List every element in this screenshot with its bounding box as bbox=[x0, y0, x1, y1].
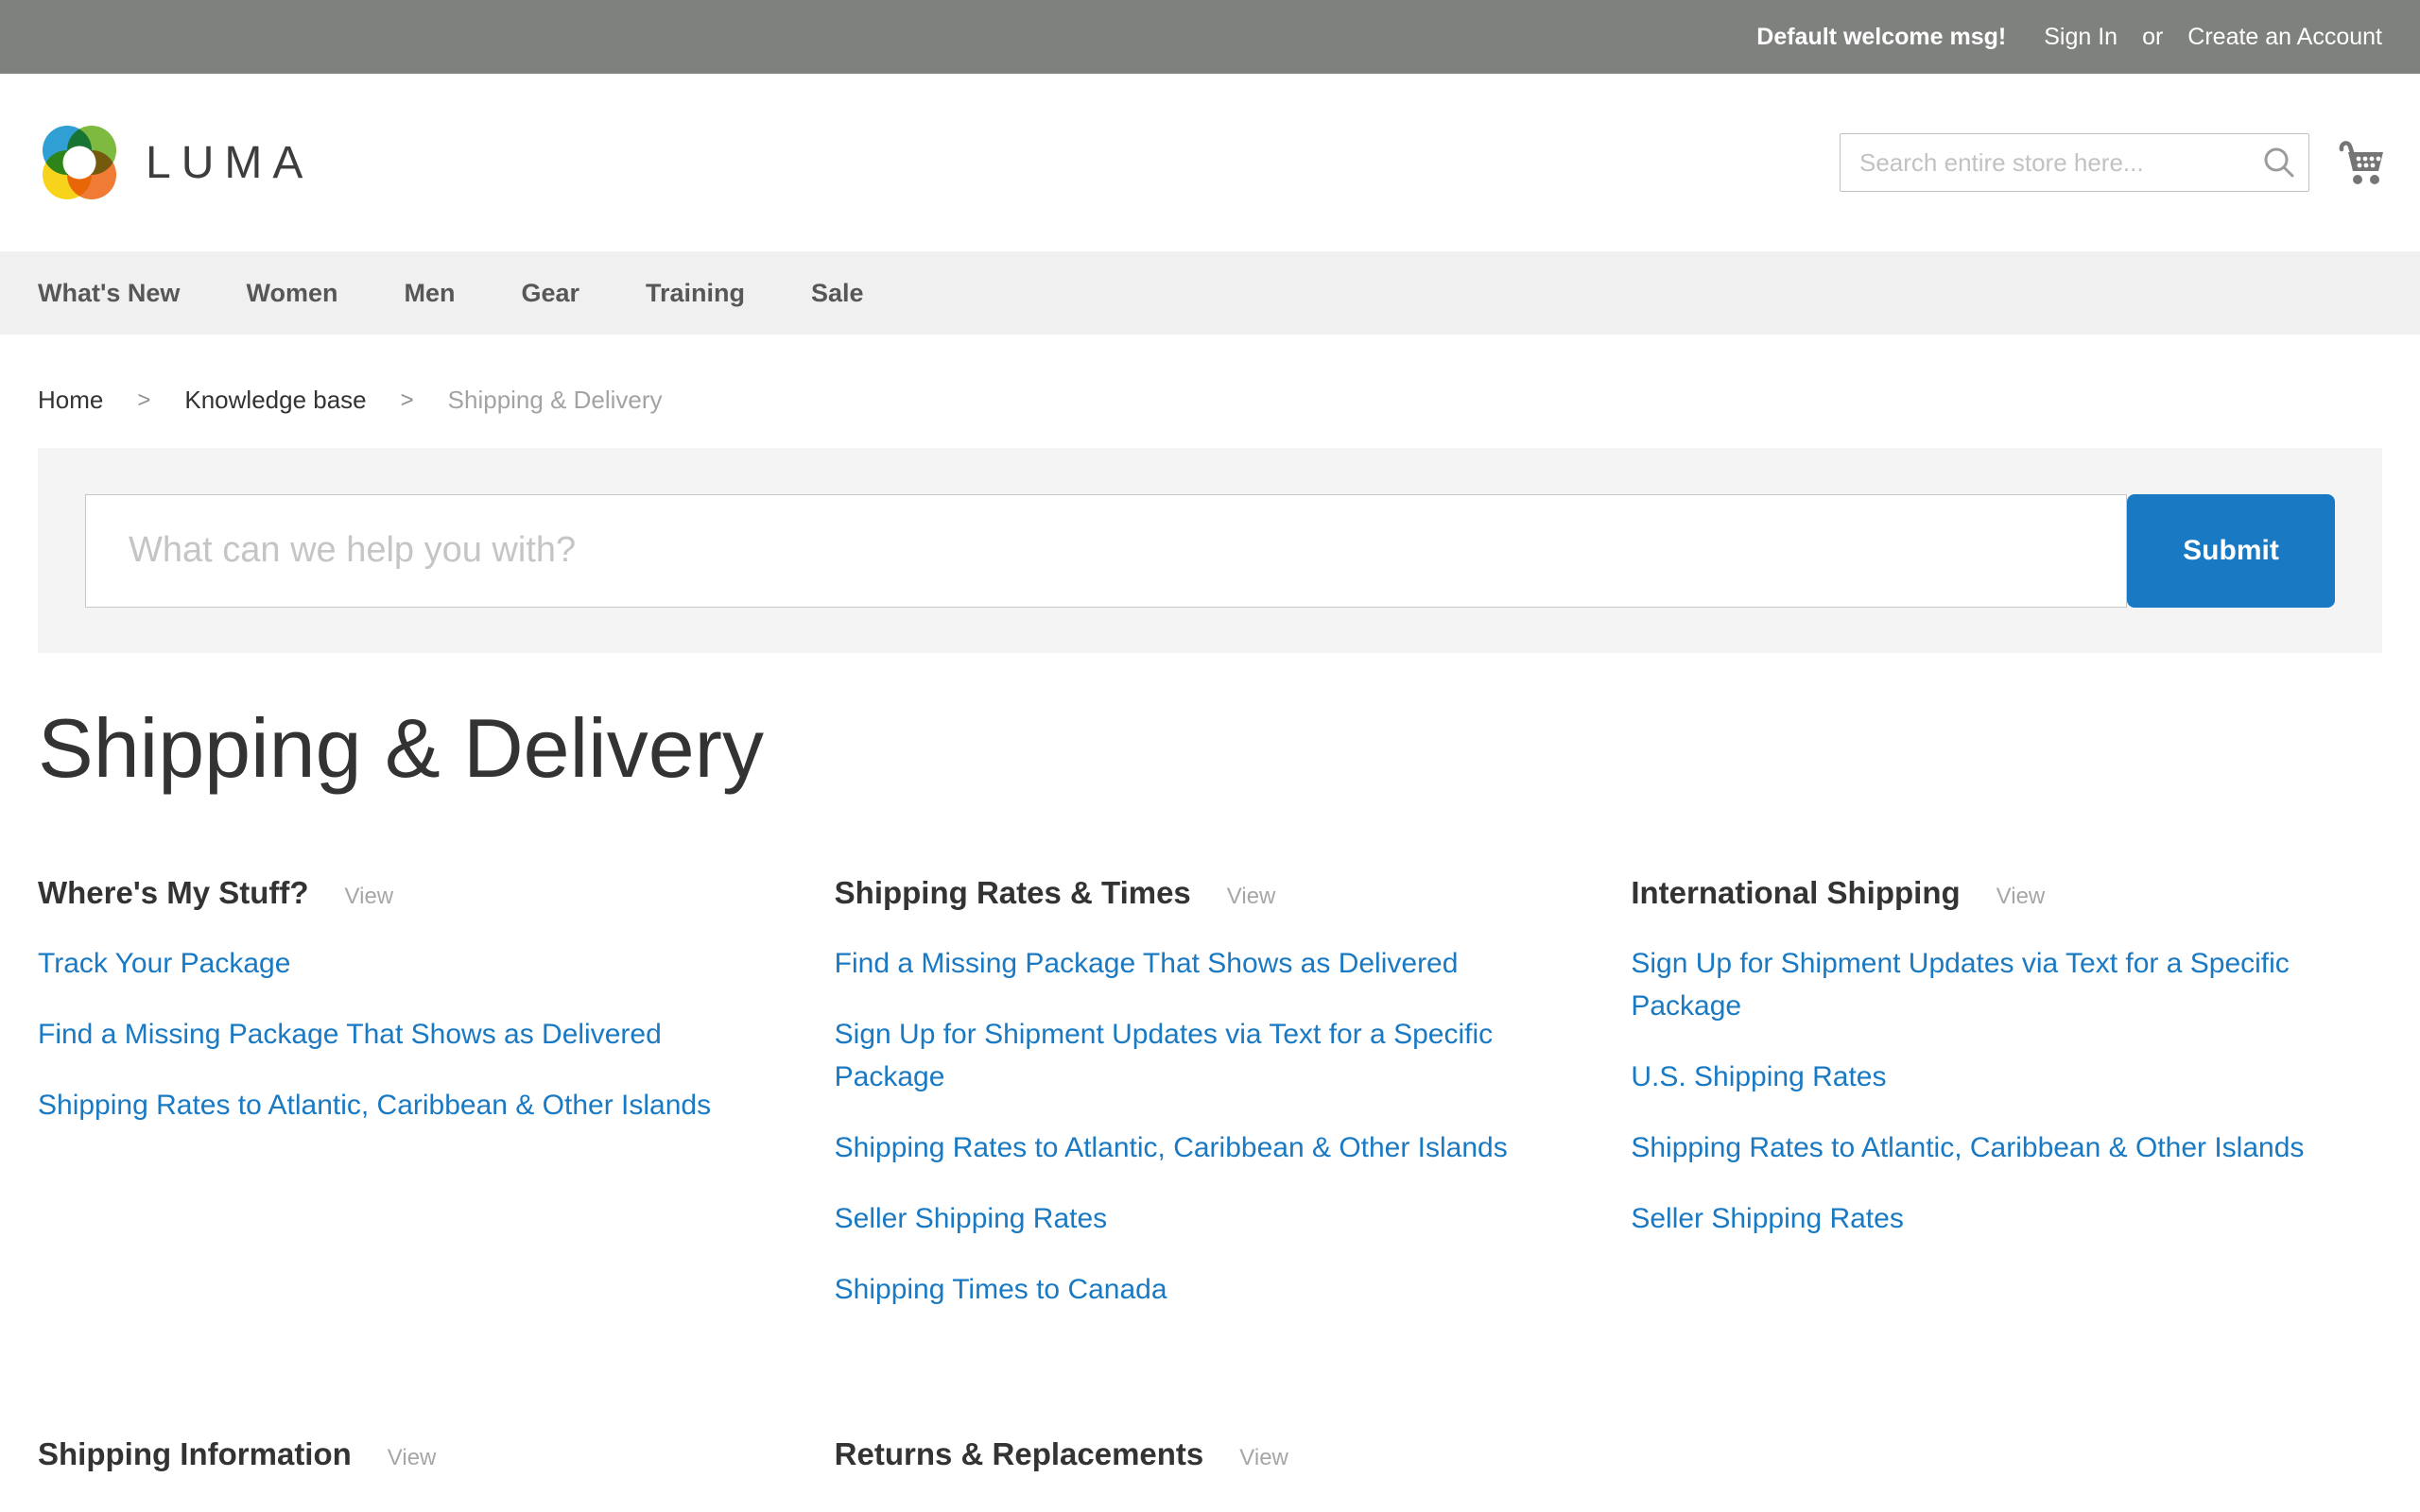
nav-item-women[interactable]: Women bbox=[246, 279, 337, 308]
sign-in-link[interactable]: Sign In bbox=[2044, 24, 2118, 51]
category-wheres-my-stuff: Where's My Stuff? View Track Your Packag… bbox=[38, 875, 789, 1342]
list-item: Shipping Times to Canada bbox=[835, 1271, 1586, 1314]
category-header: Shipping Information View bbox=[38, 1436, 789, 1472]
view-link[interactable]: View bbox=[1996, 884, 2046, 910]
create-account-link[interactable]: Create an Account bbox=[2187, 24, 2382, 51]
main-nav: What's New Women Men Gear Training Sale bbox=[0, 251, 2420, 335]
list-item: Sign Up for Shipment Updates via Text fo… bbox=[38, 1506, 789, 1512]
category-header: Where's My Stuff? View bbox=[38, 875, 789, 911]
category-link-list: Sign Up for Shipment Updates via Text fo… bbox=[38, 1506, 789, 1512]
breadcrumb: Home > Knowledge base > Shipping & Deliv… bbox=[38, 386, 2420, 415]
nav-item-sale[interactable]: Sale bbox=[811, 279, 864, 308]
submit-button[interactable]: Submit bbox=[2127, 494, 2335, 608]
view-link[interactable]: View bbox=[388, 1445, 437, 1471]
list-item: Seller Shipping Rates bbox=[1631, 1200, 2382, 1243]
category-link[interactable]: Sign Up for Shipment Updates via Text fo… bbox=[835, 1019, 1493, 1092]
category-link[interactable]: Sign Up for Shipment Updates via Text fo… bbox=[1631, 948, 2289, 1022]
list-item: Find a Missing Package That Shows as Del… bbox=[835, 945, 1586, 988]
category-header: Shipping Rates & Times View bbox=[835, 875, 1586, 911]
list-item: Track Your Package bbox=[38, 945, 789, 988]
list-item: Shipping Rates to Atlantic, Caribbean & … bbox=[835, 1129, 1586, 1172]
nav-item-men[interactable]: Men bbox=[404, 279, 455, 308]
top-panel: Default welcome msg! Sign In or Create a… bbox=[0, 0, 2420, 74]
category-title: Shipping Information bbox=[38, 1436, 352, 1472]
category-header: International Shipping View bbox=[1631, 875, 2382, 911]
breadcrumb-separator-icon: > bbox=[401, 387, 414, 414]
search-icon[interactable] bbox=[2258, 142, 2300, 183]
category-link-list: Find a Missing Package That Shows as Del… bbox=[835, 945, 1586, 1314]
luma-logo-icon bbox=[38, 121, 121, 204]
breadcrumb-knowledge-base[interactable]: Knowledge base bbox=[184, 386, 366, 415]
category-link[interactable]: Seller Shipping Rates bbox=[835, 1203, 1108, 1234]
breadcrumb-home[interactable]: Home bbox=[38, 386, 103, 415]
category-header: Returns & Replacements View bbox=[835, 1436, 1586, 1472]
category-link[interactable]: Shipping Rates to Atlantic, Caribbean & … bbox=[38, 1090, 711, 1121]
help-search-input[interactable] bbox=[85, 494, 2127, 608]
category-title: Returns & Replacements bbox=[835, 1436, 1204, 1472]
breadcrumb-current-page: Shipping & Delivery bbox=[448, 386, 663, 415]
welcome-message: Default welcome msg! bbox=[1756, 24, 2006, 51]
nav-item-training[interactable]: Training bbox=[646, 279, 745, 308]
nav-item-whats-new[interactable]: What's New bbox=[38, 279, 180, 308]
category-link[interactable]: Track Your Package bbox=[38, 948, 290, 979]
category-title: International Shipping bbox=[1631, 875, 1960, 911]
category-title: Where's My Stuff? bbox=[38, 875, 309, 911]
list-item: Shipping Rates to Atlantic, Caribbean & … bbox=[38, 1087, 789, 1129]
list-item: Sign Up for Shipment Updates via Text fo… bbox=[835, 1016, 1586, 1101]
header-right bbox=[1840, 133, 2387, 192]
category-link[interactable]: Seller Shipping Rates bbox=[1631, 1203, 1904, 1234]
category-link-list: Sign Up for Shipment Updates via Text fo… bbox=[1631, 945, 2382, 1243]
view-link[interactable]: View bbox=[1227, 884, 1276, 910]
logo-wordmark: LUMA bbox=[146, 137, 313, 189]
category-link[interactable]: Shipping Rates to Atlantic, Caribbean & … bbox=[1631, 1132, 2304, 1163]
cart-icon[interactable] bbox=[2336, 137, 2387, 188]
list-item: U.S. Shipping Rates bbox=[1631, 1058, 2382, 1101]
nav-item-gear[interactable]: Gear bbox=[521, 279, 579, 308]
category-link[interactable]: Find a Missing Package That Shows as Del… bbox=[835, 948, 1459, 979]
store-search bbox=[1840, 133, 2309, 192]
category-link-list: Returns bbox=[835, 1506, 1586, 1512]
list-item: Returns bbox=[835, 1506, 1586, 1512]
view-link[interactable]: View bbox=[345, 884, 394, 910]
category-link[interactable]: Shipping Rates to Atlantic, Caribbean & … bbox=[835, 1132, 1508, 1163]
page-title: Shipping & Delivery bbox=[38, 703, 2420, 795]
breadcrumb-separator-icon: > bbox=[137, 387, 150, 414]
category-shipping-information: Shipping Information View Sign Up for Sh… bbox=[38, 1436, 789, 1512]
header: LUMA bbox=[0, 74, 2420, 251]
list-item: Find a Missing Package That Shows as Del… bbox=[38, 1016, 789, 1058]
list-item: Seller Shipping Rates bbox=[835, 1200, 1586, 1243]
category-international-shipping: International Shipping View Sign Up for … bbox=[1631, 875, 2382, 1342]
category-shipping-rates-times: Shipping Rates & Times View Find a Missi… bbox=[835, 875, 1586, 1342]
store-search-input[interactable] bbox=[1840, 133, 2309, 192]
help-search-panel: Submit bbox=[38, 448, 2382, 653]
category-returns-replacements: Returns & Replacements View Returns bbox=[835, 1436, 1586, 1512]
list-item: Sign Up for Shipment Updates via Text fo… bbox=[1631, 945, 2382, 1030]
category-grid: Where's My Stuff? View Track Your Packag… bbox=[38, 875, 2382, 1512]
category-link[interactable]: Shipping Times to Canada bbox=[835, 1274, 1167, 1305]
category-link[interactable]: Find a Missing Package That Shows as Del… bbox=[38, 1019, 662, 1050]
category-link-list: Track Your Package Find a Missing Packag… bbox=[38, 945, 789, 1129]
view-link[interactable]: View bbox=[1239, 1445, 1288, 1471]
category-title: Shipping Rates & Times bbox=[835, 875, 1191, 911]
or-text: or bbox=[2142, 24, 2163, 51]
list-item: Shipping Rates to Atlantic, Caribbean & … bbox=[1631, 1129, 2382, 1172]
store-logo[interactable]: LUMA bbox=[38, 121, 313, 204]
category-link[interactable]: U.S. Shipping Rates bbox=[1631, 1061, 1886, 1092]
